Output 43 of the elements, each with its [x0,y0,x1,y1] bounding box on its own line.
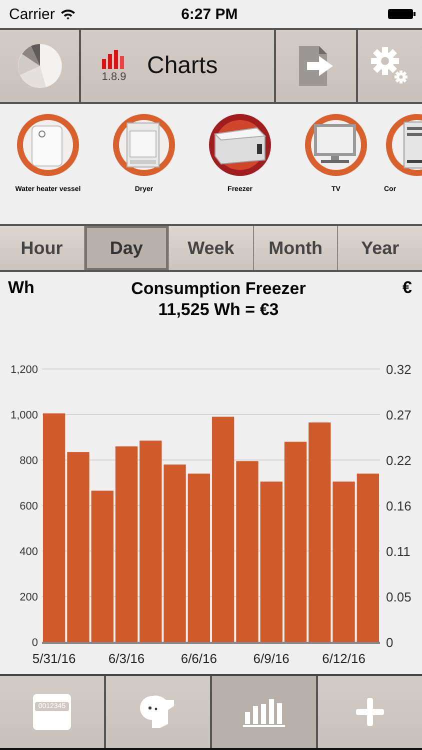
right-axis-label: 0.27 [386,408,412,422]
y-axis-label: 200 [20,592,38,604]
settings-icon [370,46,410,86]
right-axis-label: 0.05 [386,590,412,604]
pie-chart-icon [16,42,64,90]
y-axis-label: 400 [20,546,38,558]
right-axis-label: 0.32 [386,362,412,377]
chart-subtitle: 11,525 Wh = €3 [158,299,279,320]
export-icon [297,46,335,86]
x-axis-label: 6/3/16 [108,651,145,666]
carrier-name: Carrier [9,6,55,22]
x-axis-label: 6/9/16 [253,651,290,666]
period-tab[interactable]: Month [254,226,338,270]
bar-chart-icon [242,696,286,728]
add-icon [355,697,385,727]
wifi-icon [60,8,76,20]
pie-chart-button[interactable] [0,30,81,102]
export-button[interactable] [276,30,358,102]
right-axis-label: 0.22 [386,453,412,468]
y-axis-label: 0 [32,637,38,649]
battery-icon [388,8,416,20]
x-axis-label: 6/6/16 [180,651,217,666]
right-axis-label: 0.11 [386,544,410,559]
period-tab[interactable]: Year [338,226,422,270]
x-axis-label: 6/12/16 [322,651,366,666]
right-axis-label: 0 [386,635,394,650]
y-axis-label: 600 [20,500,38,512]
y-axis-label: 800 [20,455,38,467]
y-axis-label: 1,000 [10,410,38,422]
plug-tab[interactable] [106,676,212,748]
bar-chart-icon [101,49,127,71]
left-unit-label: Wh [8,278,34,298]
right-unit-label: € [402,278,412,298]
y-axis-label: 1,200 [10,364,38,376]
right-axis-label: 0.16 [386,498,412,514]
period-tab[interactable]: Day [84,226,170,270]
status-time: 6:27 PM [181,6,238,22]
version-label: 1.8.9 [102,71,126,83]
period-tab[interactable]: Week [169,226,254,270]
screen-title: Charts [147,52,218,80]
period-tab[interactable]: Hour [0,226,85,270]
chart-title: Consumption Freezer [131,278,306,299]
x-axis-label: 5/31/16 [32,651,76,666]
